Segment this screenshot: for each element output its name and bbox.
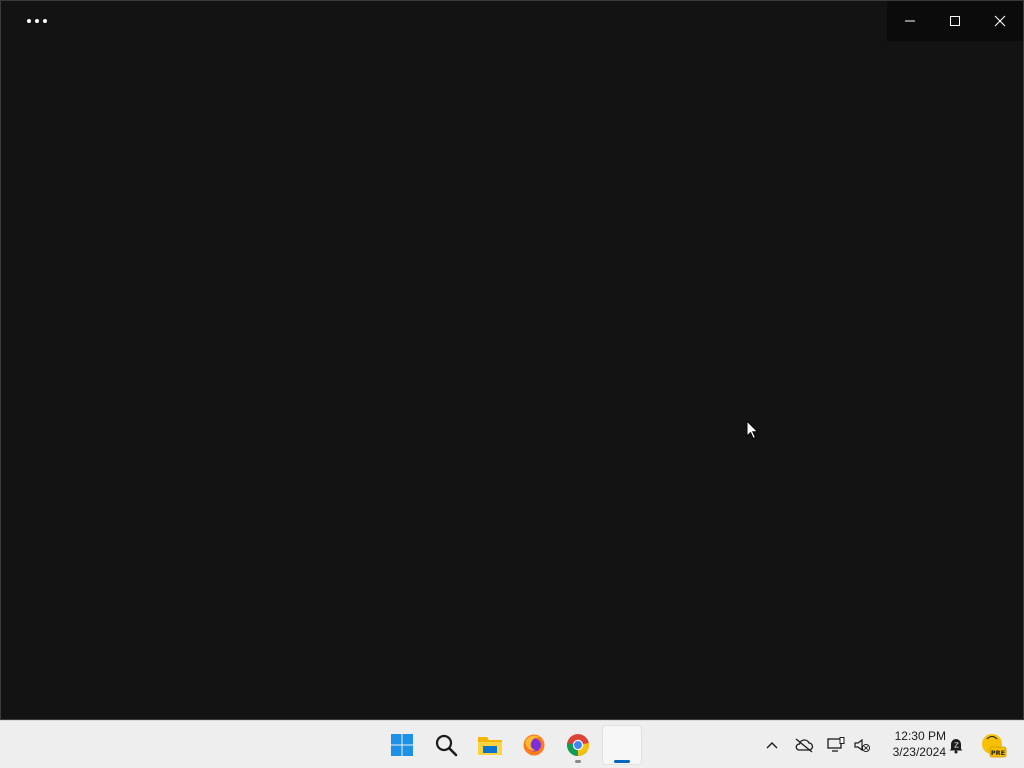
minimize-button[interactable] xyxy=(887,1,932,41)
clock[interactable]: 12:30 PM 3/23/2024 xyxy=(880,728,946,760)
firefox-button[interactable] xyxy=(514,725,554,765)
close-icon xyxy=(994,15,1005,27)
onedrive-button[interactable] xyxy=(792,733,816,757)
display-icon xyxy=(827,737,845,752)
pre-badge-button[interactable]: PRE xyxy=(980,733,1008,758)
search-button[interactable] xyxy=(426,725,466,765)
close-button[interactable] xyxy=(977,1,1022,41)
file-explorer-button[interactable] xyxy=(470,725,510,765)
folder-icon xyxy=(478,737,502,755)
active-indicator xyxy=(614,760,630,763)
notification-button[interactable]: Z xyxy=(944,733,968,757)
mouse-cursor-icon xyxy=(746,420,759,440)
search-icon xyxy=(435,734,458,757)
more-horizontal-icon xyxy=(27,19,31,23)
pre-badge-label: PRE xyxy=(991,749,1005,757)
minimize-icon xyxy=(904,20,915,22)
chrome-icon xyxy=(567,734,589,756)
pre-badge-icon: PRE xyxy=(982,734,1007,758)
blank-app-icon xyxy=(610,733,634,757)
windows-start-icon xyxy=(391,734,413,756)
clock-time: 12:30 PM xyxy=(894,729,946,743)
active-app-button[interactable] xyxy=(602,725,642,765)
show-hidden-icons-button[interactable] xyxy=(760,733,784,757)
network-button[interactable] xyxy=(824,733,848,757)
chevron-up-icon xyxy=(766,742,778,749)
maximize-button[interactable] xyxy=(932,1,977,41)
maximize-icon xyxy=(949,16,960,26)
app-window xyxy=(0,0,1024,720)
start-button[interactable] xyxy=(382,725,422,765)
svg-text:Z: Z xyxy=(954,742,959,750)
taskbar: Z PRE xyxy=(0,720,1024,768)
firefox-icon xyxy=(523,734,545,756)
running-indicator xyxy=(575,760,581,763)
clock-date: 3/23/2024 xyxy=(892,745,946,759)
cloud-off-icon xyxy=(795,738,814,753)
more-options-button[interactable] xyxy=(15,7,59,35)
window-caption-controls xyxy=(887,1,1023,41)
notification-icon: Z xyxy=(949,739,963,754)
volume-button[interactable] xyxy=(850,733,874,757)
chrome-button[interactable] xyxy=(558,725,598,765)
speaker-muted-icon xyxy=(854,738,870,752)
